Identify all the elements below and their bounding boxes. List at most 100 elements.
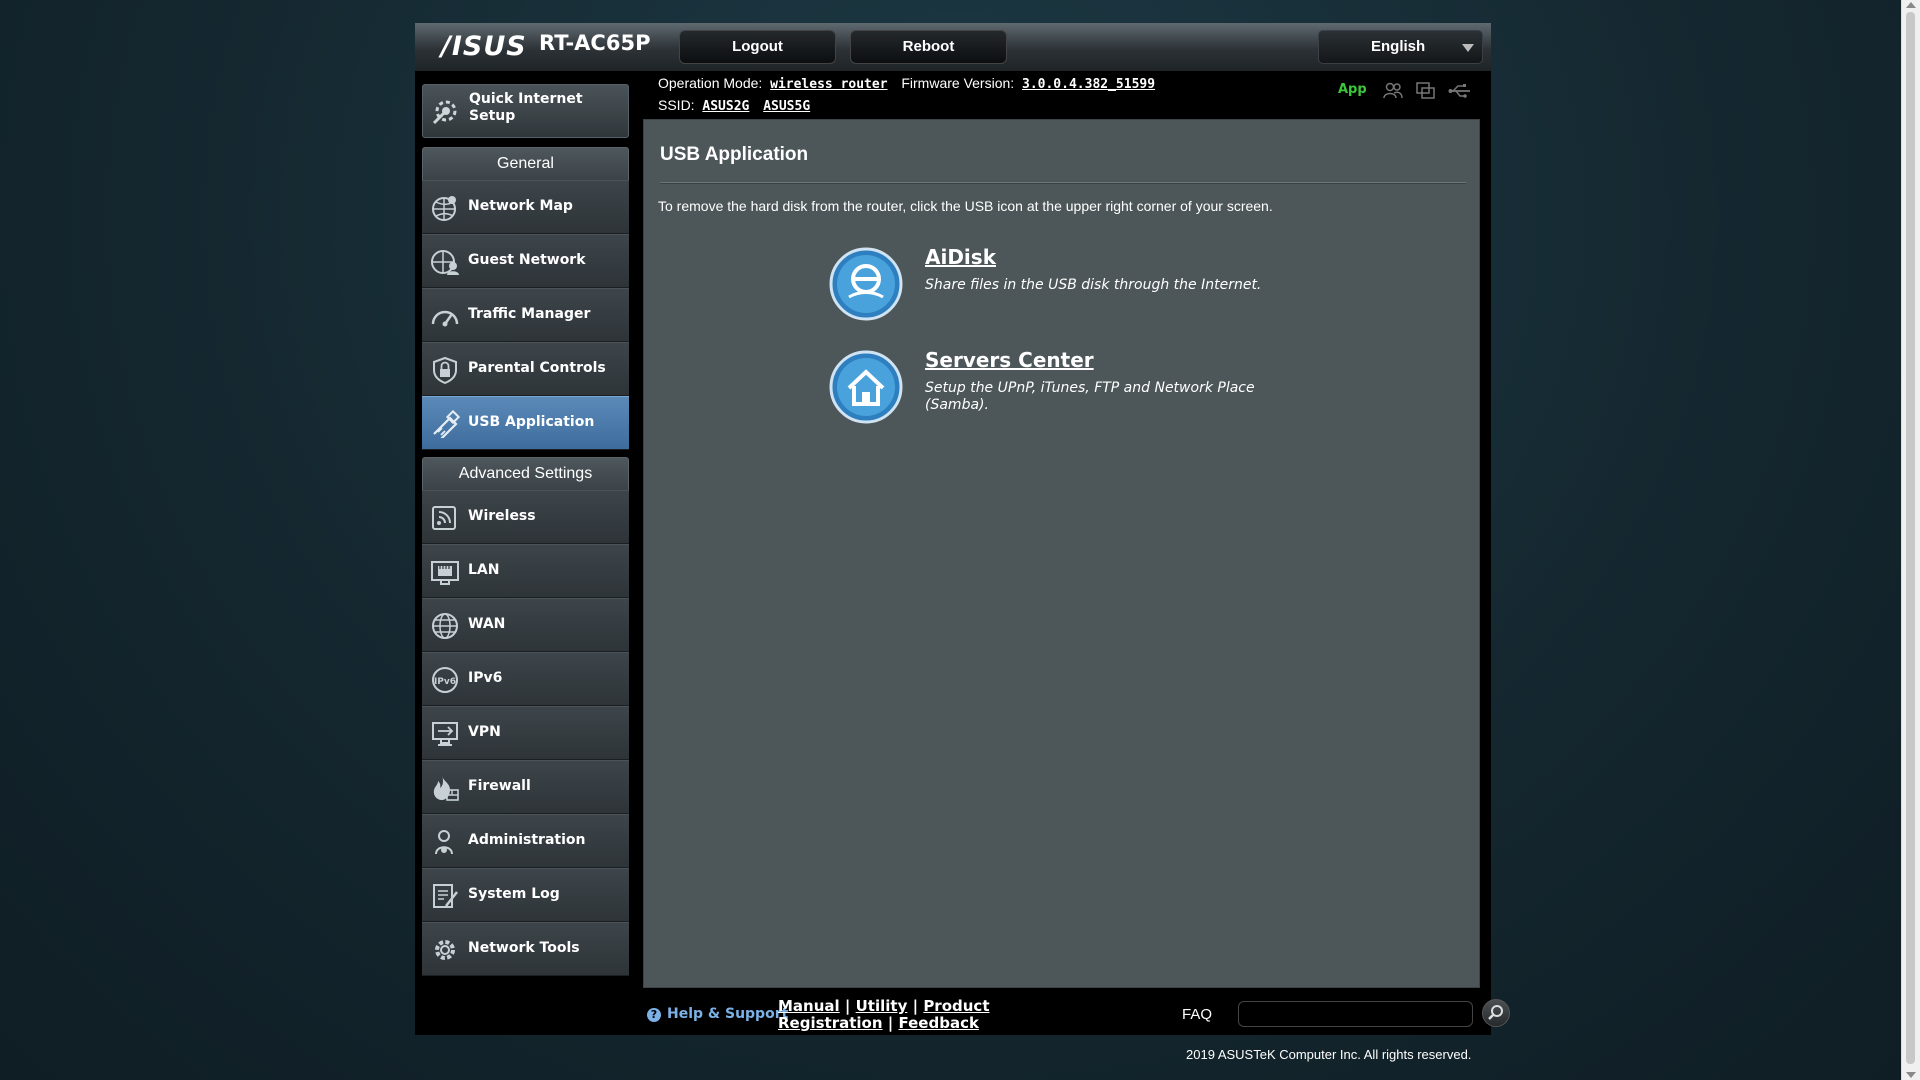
reboot-button[interactable]: Reboot [850,30,1007,64]
clients-icon[interactable] [1383,82,1403,104]
ssid-2g-link[interactable]: ASUS2G [702,99,749,114]
scroll-down-icon[interactable] [1906,1072,1916,1078]
asus-logo: /ISUS [441,31,527,62]
usb-removal-note: To remove the hard disk from the router,… [658,198,1273,214]
sidebar-item-label: VPN [468,724,501,740]
firmware-link[interactable]: 3.0.0.4.382_51599 [1022,77,1155,92]
sidebar-item-traffic-manager[interactable]: Traffic Manager [422,288,629,342]
footer-links: Manual | Utility | Product Registration … [778,998,990,1032]
guest-network-icon [430,248,460,280]
language-value: English [1371,38,1426,55]
parental-controls-icon [430,356,460,388]
network-map-icon [430,194,460,226]
sidebar-item-label: Administration [468,832,586,848]
servers-center-link[interactable]: Servers Center [925,348,1094,372]
faq-search-input[interactable] [1238,1001,1473,1027]
product-registration-link[interactable]: Registration [778,1014,883,1032]
general-menu: Network Map Guest Network Traffic Manage… [422,180,629,450]
sidebar-item-label: Network Map [468,198,573,214]
scrollbar-thumb[interactable] [1906,12,1915,1064]
sidebar-item-vpn[interactable]: VPN [422,706,629,760]
general-heading: General [422,147,629,181]
page-title: USB Application [660,144,809,165]
utility-link[interactable]: Utility [856,997,908,1015]
servers-center-description: Setup the UPnP, iTunes, FTP and Network … [925,380,1255,413]
sidebar-item-system-log[interactable]: System Log [422,868,629,922]
model-name: RT-AC65P [539,31,651,55]
faq-search-button[interactable] [1482,999,1510,1027]
servers-center-icon[interactable] [829,350,903,428]
scroll-up-icon[interactable] [1906,2,1916,8]
link-separator: | [887,1014,894,1032]
sidebar-item-administration[interactable]: Administration [422,814,629,868]
aidisk-icon[interactable] [829,247,903,325]
administration-icon [430,828,460,860]
sidebar-item-wan[interactable]: WAN [422,598,629,652]
help-support: ? Help & Support [647,1006,788,1022]
chevron-down-icon [1462,44,1474,52]
sidebar-item-label: Wireless [468,508,536,524]
aidisk-link[interactable]: AiDisk [925,245,996,269]
help-support-label: Help & Support [667,1006,789,1022]
sidebar-item-label: USB Application [468,414,595,430]
search-icon [1488,1005,1503,1020]
sidebar-item-network-map[interactable]: Network Map [422,180,629,234]
firewall-icon [430,774,460,806]
ipv6-icon: IPv6 [430,666,460,698]
faq-label: FAQ [1182,1006,1213,1023]
firmware-label: Firmware Version: [901,75,1015,91]
sidebar-item-label: IPv6 [468,670,503,686]
product-registration-link[interactable]: Product [923,997,989,1015]
sidebar-item-firewall[interactable]: Firewall [422,760,629,814]
link-separator: | [844,997,851,1015]
wireless-icon [430,504,460,536]
sidebar-item-label: WAN [468,616,506,632]
usb-status-icon[interactable] [1448,82,1472,104]
advanced-menu: Wireless LAN WAN IPv6 IPv6 VPN Firewall … [422,490,629,976]
top-bar: /ISUS RT-AC65P Logout Reboot English [415,23,1491,72]
sidebar-item-lan[interactable]: LAN [422,544,629,598]
aidisk-description: Share files in the USB disk through the … [925,277,1262,293]
usb-application-icon [430,409,461,442]
operation-mode-link[interactable]: wireless router [770,77,887,92]
network-tools-icon [430,936,460,968]
sidebar-item-network-tools[interactable]: Network Tools [422,922,629,976]
title-divider [660,182,1466,184]
advanced-settings-heading: Advanced Settings [422,457,629,491]
footer: ? Help & Support Manual | Utility | Produ… [645,998,1510,1034]
traffic-manager-icon [430,302,460,334]
sidebar-item-label: Parental Controls [468,360,606,376]
main-content: USB Application To remove the hard disk … [643,119,1480,988]
sidebar-item-label: LAN [468,562,500,578]
sidebar-item-label: Traffic Manager [468,306,591,322]
operation-mode-label: Operation Mode: [658,75,763,91]
sidebar-item-parental-controls[interactable]: Parental Controls [422,342,629,396]
copyright: 2019 ASUSTeK Computer Inc. All rights re… [1186,1047,1472,1062]
quick-setup-icon [431,96,461,130]
router-frame: /ISUS RT-AC65P Logout Reboot English Ope… [415,23,1510,1035]
quick-internet-setup-button[interactable]: Quick Internet Setup [422,84,629,138]
help-icon: ? [647,1008,661,1022]
sidebar-item-usb-application[interactable]: USB Application [422,396,629,450]
lan-icon [430,558,460,590]
app-link[interactable]: App [1338,82,1367,97]
manual-link[interactable]: Manual [778,997,840,1015]
sidebar-item-ipv6[interactable]: IPv6 IPv6 [422,652,629,706]
sidebar-item-label: Guest Network [468,252,586,268]
logout-button[interactable]: Logout [679,30,836,64]
sidebar-item-label: Network Tools [468,940,580,956]
sidebar-item-wireless[interactable]: Wireless [422,490,629,544]
status-info: Operation Mode: wireless router Firmware… [658,73,1155,117]
feedback-link[interactable]: Feedback [898,1014,978,1032]
link-separator: | [912,997,919,1015]
wan-icon [430,612,460,644]
quick-internet-setup-label: Quick Internet Setup [469,91,583,124]
ssid-label: SSID: [658,97,695,113]
ssid-5g-link[interactable]: ASUS5G [763,99,810,114]
page-scrollbar[interactable] [1901,0,1920,1080]
vpn-icon [430,720,460,752]
internet-status-icon[interactable] [1416,82,1436,104]
language-select[interactable]: English [1318,30,1483,64]
sidebar-item-guest-network[interactable]: Guest Network [422,234,629,288]
system-log-icon [430,882,460,914]
